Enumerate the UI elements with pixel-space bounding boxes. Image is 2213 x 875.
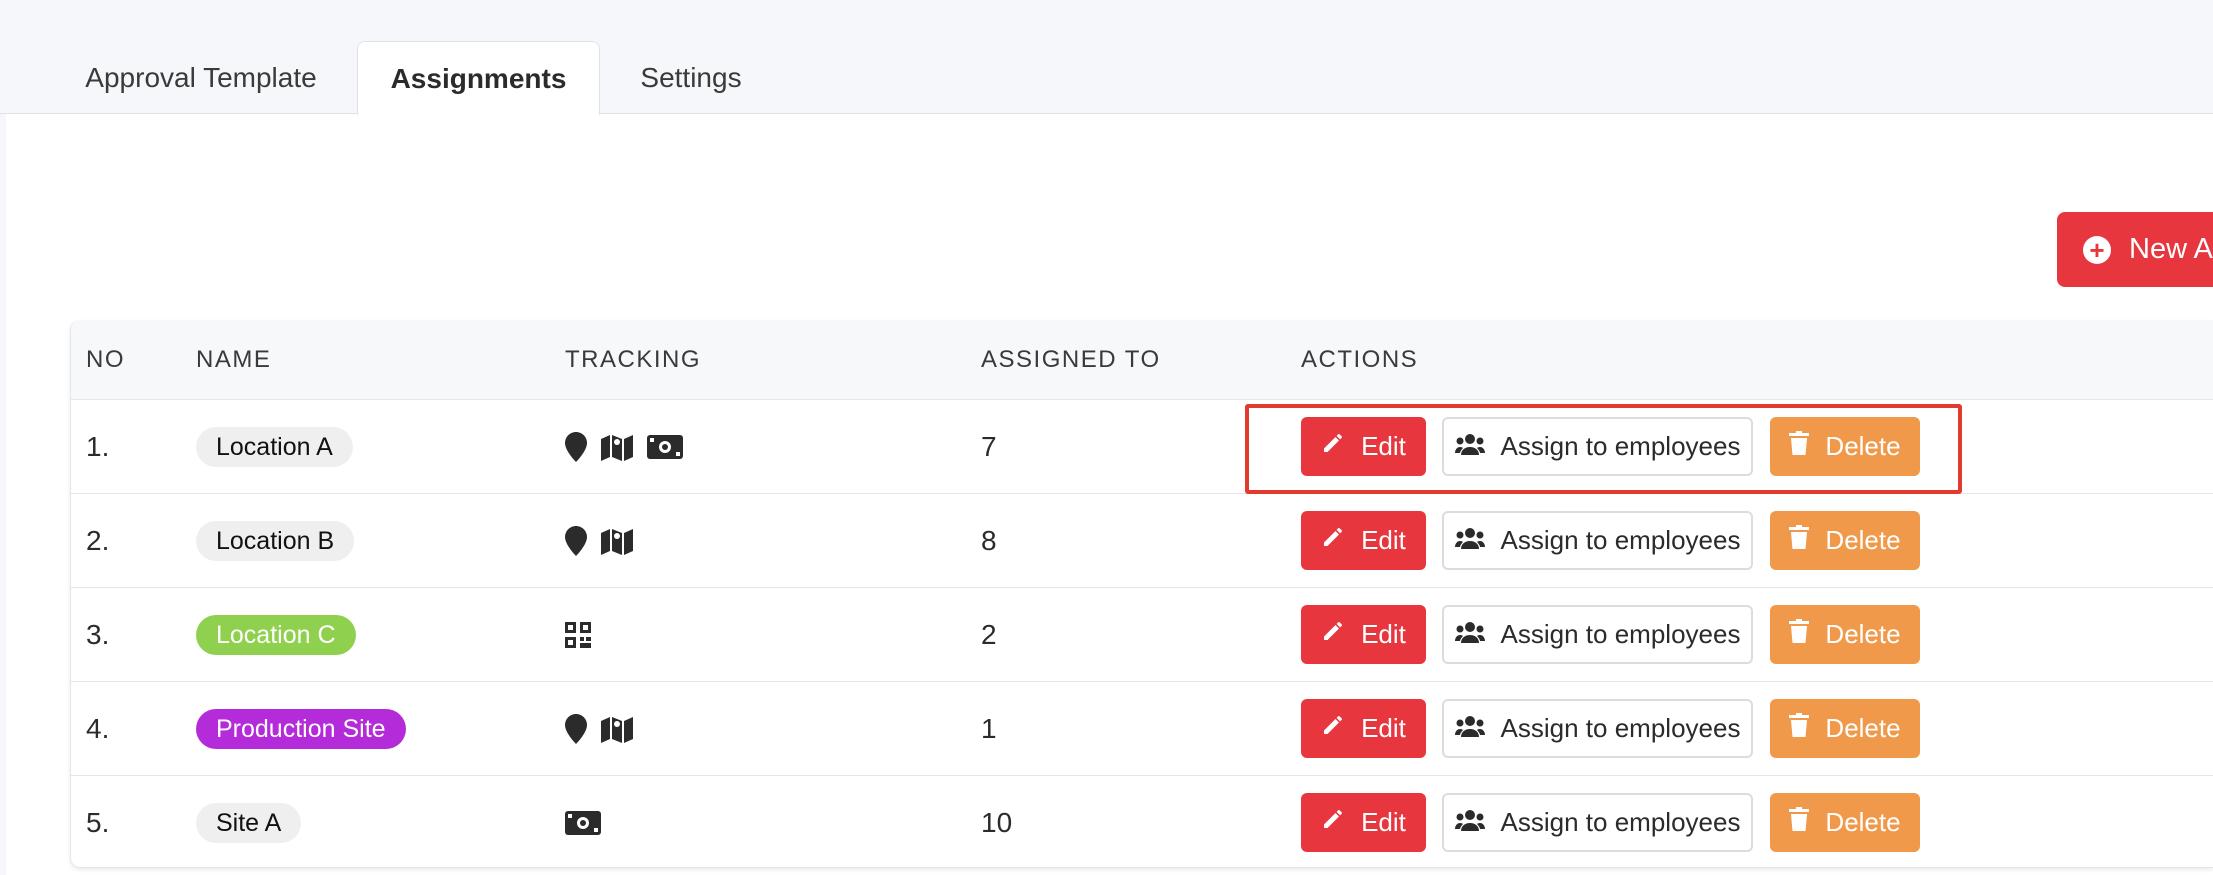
trash-icon: [1789, 619, 1825, 650]
delete-label: Delete: [1825, 807, 1901, 837]
assign-to-employees-button[interactable]: Assign to employees: [1442, 511, 1753, 570]
location-pin-icon: [565, 714, 587, 744]
tracking-icons: [565, 811, 601, 835]
assign-to-employees-button[interactable]: Assign to employees: [1442, 605, 1753, 664]
tracking-icons: [565, 622, 591, 648]
table-row: 5. Site A 10 Edit Assign to employees Delete: [71, 776, 2213, 870]
edit-label: Edit: [1361, 619, 1406, 649]
delete-button[interactable]: Delete: [1770, 793, 1920, 852]
qr-code-icon: [565, 622, 591, 648]
location-pin-icon: [565, 526, 587, 556]
users-icon: [1454, 619, 1501, 650]
new-assignment-label: New As: [2129, 233, 2213, 265]
assigned-count: 10: [981, 807, 1013, 838]
header-name: NAME: [196, 346, 272, 373]
users-icon: [1454, 713, 1501, 744]
actions-cell: Edit Assign to employees Delete: [1301, 682, 2001, 776]
map-icon: [601, 527, 633, 555]
assign-label: Assign to employees: [1500, 713, 1741, 743]
delete-button[interactable]: Delete: [1770, 417, 1920, 476]
delete-button[interactable]: Delete: [1770, 605, 1920, 664]
edit-label: Edit: [1361, 431, 1406, 461]
trash-icon: [1789, 807, 1825, 838]
header-no: NO: [86, 346, 125, 373]
edit-label: Edit: [1361, 713, 1406, 743]
row-number: 1.: [86, 431, 110, 462]
assign-label: Assign to employees: [1500, 619, 1741, 649]
actions-cell: Edit Assign to employees Delete: [1301, 400, 2001, 494]
tab-assignments[interactable]: Assignments: [357, 41, 600, 115]
row-number: 3.: [86, 619, 110, 650]
users-icon: [1454, 525, 1501, 556]
header-actions: ACTIONS: [1301, 346, 1419, 373]
table-row: 2. Location B 8 Edit Assign to employees Dele…: [71, 494, 2213, 588]
delete-label: Delete: [1825, 525, 1901, 555]
header-tracking: TRACKING: [565, 346, 702, 373]
users-icon: [1454, 807, 1501, 838]
trash-icon: [1789, 431, 1825, 462]
row-number: 4.: [86, 713, 110, 744]
tracking-icons: [565, 432, 683, 462]
users-icon: [1454, 431, 1501, 462]
delete-label: Delete: [1825, 713, 1901, 743]
actions-cell: Edit Assign to employees Delete: [1301, 588, 2001, 682]
table-header: NO NAME TRACKING ASSIGNED TO ACTIONS: [71, 320, 2213, 400]
pencil-icon: [1321, 431, 1361, 462]
table-row: 3. Location C 2 Edit Assign to employees Dele…: [71, 588, 2213, 682]
assignments-table: NO NAME TRACKING ASSIGNED TO ACTIONS 1. L…: [70, 320, 2213, 868]
assign-label: Assign to employees: [1500, 431, 1741, 461]
trash-icon: [1789, 713, 1825, 744]
tracking-icons: [565, 714, 633, 744]
edit-button[interactable]: Edit: [1301, 793, 1426, 852]
delete-label: Delete: [1825, 431, 1901, 461]
money-icon: [565, 811, 601, 835]
row-number: 5.: [86, 807, 110, 838]
actions-cell: Edit Assign to employees Delete: [1301, 494, 2001, 588]
location-pin-icon: [565, 432, 587, 462]
map-icon: [601, 715, 633, 743]
map-icon: [601, 433, 633, 461]
table-row: 1. Location A 7 Edit Assign to employees Dele…: [71, 400, 2213, 494]
edit-button[interactable]: Edit: [1301, 605, 1426, 664]
delete-button[interactable]: Delete: [1770, 511, 1920, 570]
pencil-icon: [1321, 713, 1361, 744]
name-pill: Location C: [196, 615, 356, 655]
money-icon: [647, 435, 683, 459]
edit-button[interactable]: Edit: [1301, 699, 1426, 758]
assigned-count: 8: [981, 525, 997, 556]
trash-icon: [1789, 525, 1825, 556]
assign-to-employees-button[interactable]: Assign to employees: [1442, 793, 1753, 852]
delete-button[interactable]: Delete: [1770, 699, 1920, 758]
tab-approval-template[interactable]: Approval Template: [60, 42, 342, 114]
assigned-count: 2: [981, 619, 997, 650]
name-pill: Production Site: [196, 709, 406, 749]
tracking-icons: [565, 526, 633, 556]
edit-button[interactable]: Edit: [1301, 417, 1426, 476]
assign-label: Assign to employees: [1500, 807, 1741, 837]
assign-label: Assign to employees: [1500, 525, 1741, 555]
plus-circle-icon: +: [2083, 235, 2111, 264]
assign-to-employees-button[interactable]: Assign to employees: [1442, 417, 1753, 476]
header-assigned-to: ASSIGNED TO: [981, 346, 1161, 373]
edit-label: Edit: [1361, 525, 1406, 555]
name-pill: Site A: [196, 803, 302, 843]
table-row: 4. Production Site 1 Edit Assign to employee…: [71, 682, 2213, 776]
edit-label: Edit: [1361, 807, 1406, 837]
name-pill: Location B: [196, 521, 355, 561]
delete-label: Delete: [1825, 619, 1901, 649]
assigned-count: 1: [981, 713, 997, 744]
pencil-icon: [1321, 619, 1361, 650]
pencil-icon: [1321, 807, 1361, 838]
new-assignment-button[interactable]: + New As: [2057, 212, 2213, 287]
edit-button[interactable]: Edit: [1301, 511, 1426, 570]
actions-cell: Edit Assign to employees Delete: [1301, 776, 2001, 870]
tab-settings[interactable]: Settings: [620, 42, 762, 114]
name-pill: Location A: [196, 427, 353, 467]
row-number: 2.: [86, 525, 110, 556]
assign-to-employees-button[interactable]: Assign to employees: [1442, 699, 1753, 758]
assigned-count: 7: [981, 431, 997, 462]
pencil-icon: [1321, 525, 1361, 556]
tab-bar: Approval Template Assignments Settings: [0, 0, 2213, 115]
